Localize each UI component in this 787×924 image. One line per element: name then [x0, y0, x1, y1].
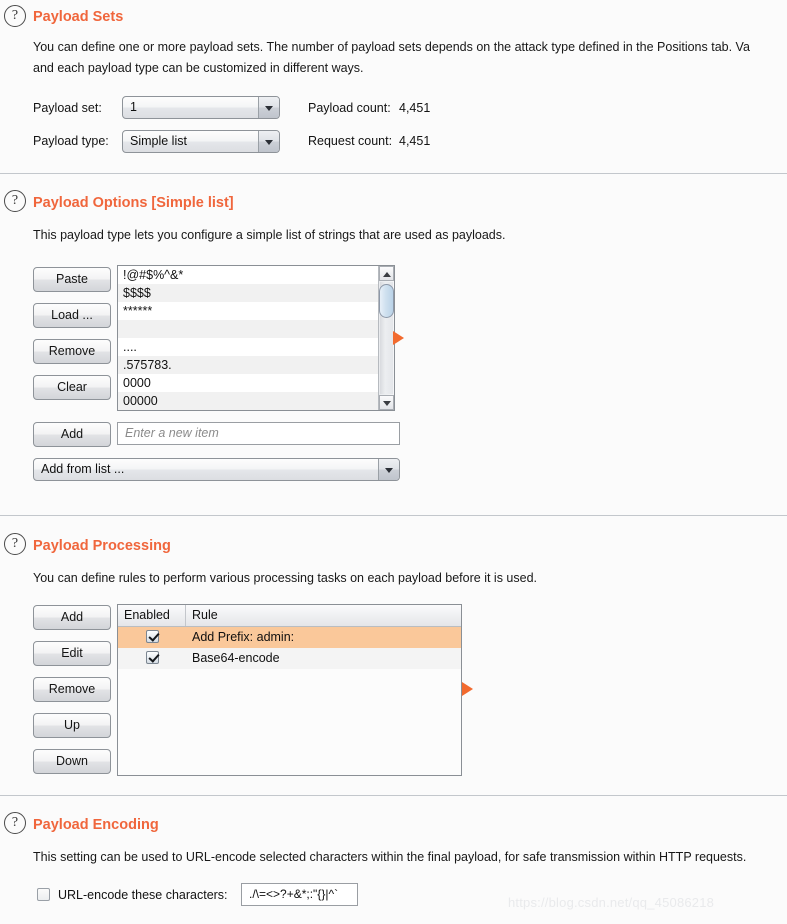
payload-set-select[interactable]: 1: [122, 96, 280, 119]
play-triangle-marker: [393, 331, 404, 345]
rule-enabled-cell[interactable]: [118, 648, 186, 669]
remove-rule-button[interactable]: Remove: [33, 677, 111, 702]
add-from-list-value: Add from list ...: [41, 462, 125, 476]
column-header-rule[interactable]: Rule: [186, 605, 218, 626]
scroll-down-icon[interactable]: [379, 395, 394, 410]
page-title: Payload Sets: [33, 9, 124, 25]
payload-count-value: 4,451: [399, 101, 431, 115]
checkbox-icon[interactable]: [145, 651, 159, 664]
chevron-down-icon[interactable]: [258, 97, 279, 118]
rule-enabled-cell[interactable]: [118, 627, 186, 648]
add-rule-button[interactable]: Add: [33, 605, 111, 630]
request-count-value: 4,451: [399, 134, 431, 148]
payload-sets-description-line2: and each payload type can be customized …: [33, 61, 364, 75]
url-encode-label: URL-encode these characters:: [58, 888, 228, 902]
checkbox-icon[interactable]: [145, 630, 159, 643]
list-item[interactable]: !@#$%^&*: [118, 266, 394, 284]
play-triangle-marker: [462, 682, 473, 696]
list-item[interactable]: ******: [118, 302, 394, 320]
clear-button[interactable]: Clear: [33, 375, 111, 400]
table-row[interactable]: Add Prefix: admin:: [118, 627, 461, 648]
payload-options-title: Payload Options [Simple list]: [33, 195, 234, 211]
payload-encoding-title: Payload Encoding: [33, 817, 159, 833]
payload-processing-title: Payload Processing: [33, 538, 171, 554]
list-item[interactable]: ....: [118, 338, 394, 356]
url-encode-checkbox[interactable]: [37, 888, 50, 901]
table-header: Enabled Rule: [118, 605, 461, 627]
divider: [0, 173, 787, 174]
payload-list[interactable]: !@#$%^&* $$$$ ****** .... .575783. 0000 …: [117, 265, 395, 411]
payload-set-value: 1: [130, 100, 137, 114]
list-item[interactable]: .575783.: [118, 356, 394, 374]
payload-processing-description: You can define rules to perform various …: [33, 571, 537, 585]
scroll-up-icon[interactable]: [379, 266, 394, 281]
scrollbar-thumb[interactable]: [379, 284, 394, 318]
payload-set-label: Payload set:: [33, 101, 102, 115]
load-button[interactable]: Load ...: [33, 303, 111, 328]
remove-button[interactable]: Remove: [33, 339, 111, 364]
divider: [0, 515, 787, 516]
rule-name-cell: Base64-encode: [192, 651, 280, 665]
column-header-enabled[interactable]: Enabled: [118, 605, 186, 626]
payload-type-value: Simple list: [130, 134, 187, 148]
processing-rules-table[interactable]: Enabled Rule Add Prefix: admin: Base64-e…: [117, 604, 462, 776]
list-item[interactable]: 00000: [118, 392, 394, 410]
payload-count-label: Payload count:: [308, 101, 391, 115]
burp-intruder-payloads-panel: ? Payload Sets You can define one or mor…: [0, 0, 787, 924]
add-from-list-select[interactable]: Add from list ...: [33, 458, 400, 481]
chevron-down-icon[interactable]: [378, 459, 399, 480]
payload-options-description: This payload type lets you configure a s…: [33, 228, 506, 242]
edit-rule-button[interactable]: Edit: [33, 641, 111, 666]
payload-sets-description-line1: You can define one or more payload sets.…: [33, 40, 750, 54]
move-up-button[interactable]: Up: [33, 713, 111, 738]
list-item[interactable]: 0000: [118, 374, 394, 392]
watermark: https://blog.csdn.net/qq_45086218: [508, 895, 715, 910]
request-count-label: Request count:: [308, 134, 393, 148]
list-item[interactable]: $$$$: [118, 284, 394, 302]
chevron-down-icon[interactable]: [258, 131, 279, 152]
move-down-button[interactable]: Down: [33, 749, 111, 774]
new-item-input[interactable]: Enter a new item: [117, 422, 400, 445]
payload-type-select[interactable]: Simple list: [122, 130, 280, 153]
paste-button[interactable]: Paste: [33, 267, 111, 292]
table-row[interactable]: Base64-encode: [118, 648, 461, 669]
payload-type-label: Payload type:: [33, 134, 109, 148]
list-item[interactable]: [118, 320, 394, 338]
url-encode-characters-input[interactable]: ./\=<>?+&*;:"{}|^`: [241, 883, 358, 906]
rule-name-cell: Add Prefix: admin:: [192, 630, 295, 644]
payload-list-scrollbar[interactable]: [378, 266, 394, 410]
add-item-button[interactable]: Add: [33, 422, 111, 447]
payload-encoding-description: This setting can be used to URL-encode s…: [33, 850, 747, 864]
divider: [0, 795, 787, 796]
